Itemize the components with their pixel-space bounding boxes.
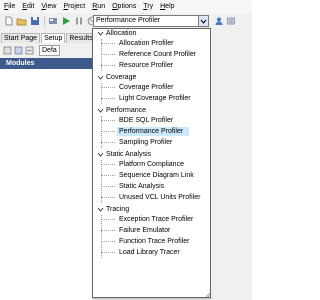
group-label: Performance — [106, 107, 147, 114]
item-platform-compliance[interactable]: Platform Compliance — [119, 160, 184, 169]
tree-line — [101, 197, 115, 198]
profiler-dropdown-list: Allocation Allocation Profiler Reference… — [92, 28, 211, 298]
chevron-down-icon[interactable] — [97, 205, 104, 214]
group-tracing[interactable]: Tracing — [97, 205, 129, 214]
profile-settings-icon[interactable] — [47, 16, 58, 27]
chevron-down-icon — [200, 19, 207, 24]
open-folder-icon[interactable] — [16, 16, 27, 27]
group-label: Tracing — [106, 206, 130, 213]
tree-line — [101, 164, 115, 165]
modules-panel — [0, 69, 92, 300]
default-configuration-select[interactable]: Defa — [39, 44, 60, 56]
tree-line — [101, 241, 115, 242]
item-unused-vcl-units-profiler[interactable]: Unused VCL Units Profiler — [119, 193, 200, 202]
group-performance[interactable]: Performance — [97, 106, 146, 115]
menu-try[interactable]: Try — [143, 0, 153, 13]
menu-view[interactable]: View — [41, 0, 56, 13]
right-panel-edge — [216, 28, 252, 300]
item-reference-count-profiler[interactable]: Reference Count Profiler — [119, 50, 196, 59]
item-function-trace-profiler[interactable]: Function Trace Profiler — [119, 237, 189, 246]
item-sequence-diagram-link[interactable]: Sequence Diagram Link — [119, 171, 194, 180]
tree-line — [101, 43, 115, 44]
group-static-analysis[interactable]: Static Analysis — [97, 150, 151, 159]
item-coverage-profiler[interactable]: Coverage Profiler — [119, 83, 173, 92]
tree-line — [101, 252, 115, 253]
chevron-down-icon[interactable] — [97, 29, 104, 38]
new-file-icon[interactable] — [3, 16, 14, 27]
group-coverage[interactable]: Coverage — [97, 73, 136, 82]
run-icon[interactable] — [60, 16, 71, 27]
chevron-down-icon[interactable] — [97, 150, 104, 159]
tree-line — [101, 54, 115, 55]
menu-file[interactable]: File — [4, 0, 15, 13]
item-resource-profiler[interactable]: Resource Profiler — [119, 61, 173, 70]
profiler-select[interactable]: Performance Profiler — [93, 15, 199, 27]
tree-line — [101, 142, 115, 143]
settings-icon[interactable] — [225, 15, 236, 26]
chevron-down-icon[interactable] — [97, 73, 104, 82]
group-label: Static Analysis — [106, 151, 152, 158]
application-window: File Edit View Project Run Options Try H… — [0, 0, 252, 300]
item-bde-sql-profiler[interactable]: BDE SQL Profiler — [119, 116, 173, 125]
group-label: Coverage — [106, 74, 137, 81]
user-icon[interactable] — [213, 15, 224, 26]
item-load-library-tracer[interactable]: Load Library Tracer — [119, 248, 180, 257]
module-remove-icon[interactable] — [14, 46, 23, 55]
item-sampling-profiler[interactable]: Sampling Profiler — [119, 138, 172, 147]
menu-options[interactable]: Options — [112, 0, 136, 13]
module-options-icon[interactable] — [25, 46, 34, 55]
toolbar-separator — [44, 15, 45, 27]
tree-line — [101, 175, 115, 176]
tree-line — [101, 131, 115, 132]
menu-help[interactable]: Help — [160, 0, 174, 13]
item-performance-profiler-selected[interactable]: Performance Profiler — [117, 127, 189, 136]
group-label: Allocation — [106, 30, 137, 37]
tab-setup[interactable]: Setup — [41, 33, 66, 43]
tree-line — [101, 186, 115, 187]
chevron-down-icon[interactable] — [97, 106, 104, 115]
module-add-icon[interactable] — [3, 46, 12, 55]
tree-line — [101, 87, 115, 88]
tree-line — [101, 98, 115, 99]
tab-start-page[interactable]: Start Page — [1, 33, 41, 43]
tree-line — [101, 230, 115, 231]
item-static-analysis[interactable]: Static Analysis — [119, 182, 164, 191]
group-allocation[interactable]: Allocation — [97, 29, 136, 38]
profiler-select-dropdown-button[interactable] — [199, 15, 209, 27]
item-failure-emulator[interactable]: Failure Emulator — [119, 226, 170, 235]
item-exception-trace-profiler[interactable]: Exception Trace Profiler — [119, 215, 193, 224]
save-icon[interactable] — [29, 16, 40, 27]
dropdown-scrollbar[interactable] — [211, 28, 216, 298]
menu-edit[interactable]: Edit — [22, 0, 34, 13]
menu-bar: File Edit View Project Run Options Try H… — [0, 0, 252, 13]
item-allocation-profiler[interactable]: Allocation Profiler — [119, 39, 173, 48]
tree-line — [101, 219, 115, 220]
tree-line — [101, 65, 115, 66]
item-light-coverage-profiler[interactable]: Light Coverage Profiler — [119, 94, 191, 103]
pause-icon[interactable] — [73, 16, 84, 27]
tree-line — [101, 120, 115, 121]
menu-project[interactable]: Project — [63, 0, 85, 13]
menu-run[interactable]: Run — [92, 0, 105, 13]
